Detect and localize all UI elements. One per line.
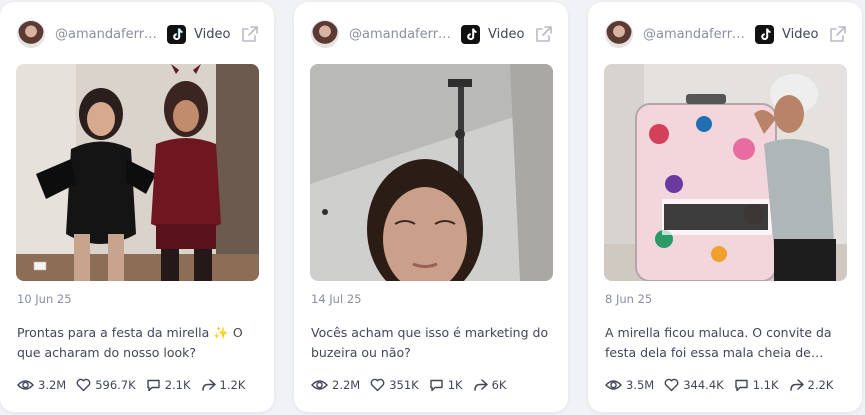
post-type-label: Video [194, 26, 231, 42]
post-stats: 3.2M 596.7K 2.1K 1.2K [17, 378, 245, 392]
views-stat: 3.5M [605, 378, 654, 392]
post-date: 10 Jun 25 [17, 292, 72, 306]
shares-count: 1.2K [219, 378, 246, 392]
heart-icon [76, 378, 91, 392]
comments-count: 1.1K [752, 378, 779, 392]
post-card[interactable]: @amandaferre... Video [588, 2, 862, 412]
external-link-icon[interactable] [534, 24, 554, 44]
post-date: 8 Jun 25 [605, 292, 653, 306]
card-header: @amandaferre... Video [311, 16, 554, 52]
post-card[interactable]: @amandaferre... Video 14 Jul 25 Vocês ac… [294, 2, 568, 412]
external-link-icon[interactable] [828, 24, 848, 44]
likes-count: 596.7K [95, 378, 136, 392]
post-type-label: Video [782, 26, 819, 42]
avatar [605, 20, 633, 48]
eye-icon [605, 380, 622, 390]
share-icon [473, 379, 488, 391]
account-handle[interactable]: @amandaferre... [643, 27, 749, 42]
post-thumbnail[interactable] [16, 64, 259, 281]
post-date: 14 Jul 25 [311, 292, 362, 306]
likes-stat: 596.7K [76, 378, 136, 392]
comments-stat: 1K [429, 378, 463, 392]
eye-icon [311, 380, 328, 390]
comments-stat: 2.1K [146, 378, 191, 392]
comments-stat: 1.1K [734, 378, 779, 392]
shares-stat: 1.2K [201, 378, 246, 392]
post-caption: A mirella ficou maluca. O convite da fes… [605, 325, 832, 360]
likes-count: 344.4K [683, 378, 724, 392]
post-card[interactable]: @amandaferre... Video [0, 2, 274, 412]
views-stat: 3.2M [17, 378, 66, 392]
views-stat: 2.2M [311, 378, 360, 392]
shares-stat: 6K [473, 378, 507, 392]
card-header: @amandaferre... Video [605, 16, 848, 52]
post-thumbnail[interactable] [310, 64, 553, 281]
avatar [311, 20, 339, 48]
external-link-icon[interactable] [240, 24, 260, 44]
post-caption: Prontas para a festa da mirella ✨ O que … [17, 325, 243, 360]
comments-count: 2.1K [164, 378, 191, 392]
shares-count: 2.2K [807, 378, 834, 392]
account-handle[interactable]: @amandaferre... [349, 27, 455, 42]
shares-count: 6K [491, 378, 507, 392]
likes-stat: 344.4K [664, 378, 724, 392]
views-count: 2.2M [332, 378, 361, 392]
comments-count: 1K [447, 378, 463, 392]
tiktok-icon [755, 24, 774, 44]
avatar [17, 20, 45, 48]
views-count: 3.2M [38, 378, 67, 392]
account-handle[interactable]: @amandaferre... [55, 27, 161, 42]
comment-icon [734, 379, 748, 392]
eye-icon [17, 380, 34, 390]
shares-stat: 2.2K [789, 378, 834, 392]
likes-stat: 351K [370, 378, 419, 392]
post-stats: 3.5M 344.4K 1.1K 2.2K [605, 378, 833, 392]
post-stats: 2.2M 351K 1K 6K [311, 378, 506, 392]
likes-count: 351K [389, 378, 419, 392]
views-count: 3.5M [626, 378, 655, 392]
tiktok-icon [461, 24, 480, 44]
tiktok-icon [167, 24, 186, 44]
comment-icon [430, 379, 443, 392]
post-type-label: Video [488, 26, 525, 42]
share-icon [789, 379, 804, 391]
post-thumbnail[interactable] [604, 64, 847, 281]
heart-icon [664, 378, 679, 392]
heart-icon [370, 378, 385, 392]
share-icon [201, 379, 216, 391]
comment-icon [146, 379, 160, 392]
card-header: @amandaferre... Video [17, 16, 260, 52]
post-caption: Vocês acham que isso é marketing do buze… [311, 325, 549, 360]
